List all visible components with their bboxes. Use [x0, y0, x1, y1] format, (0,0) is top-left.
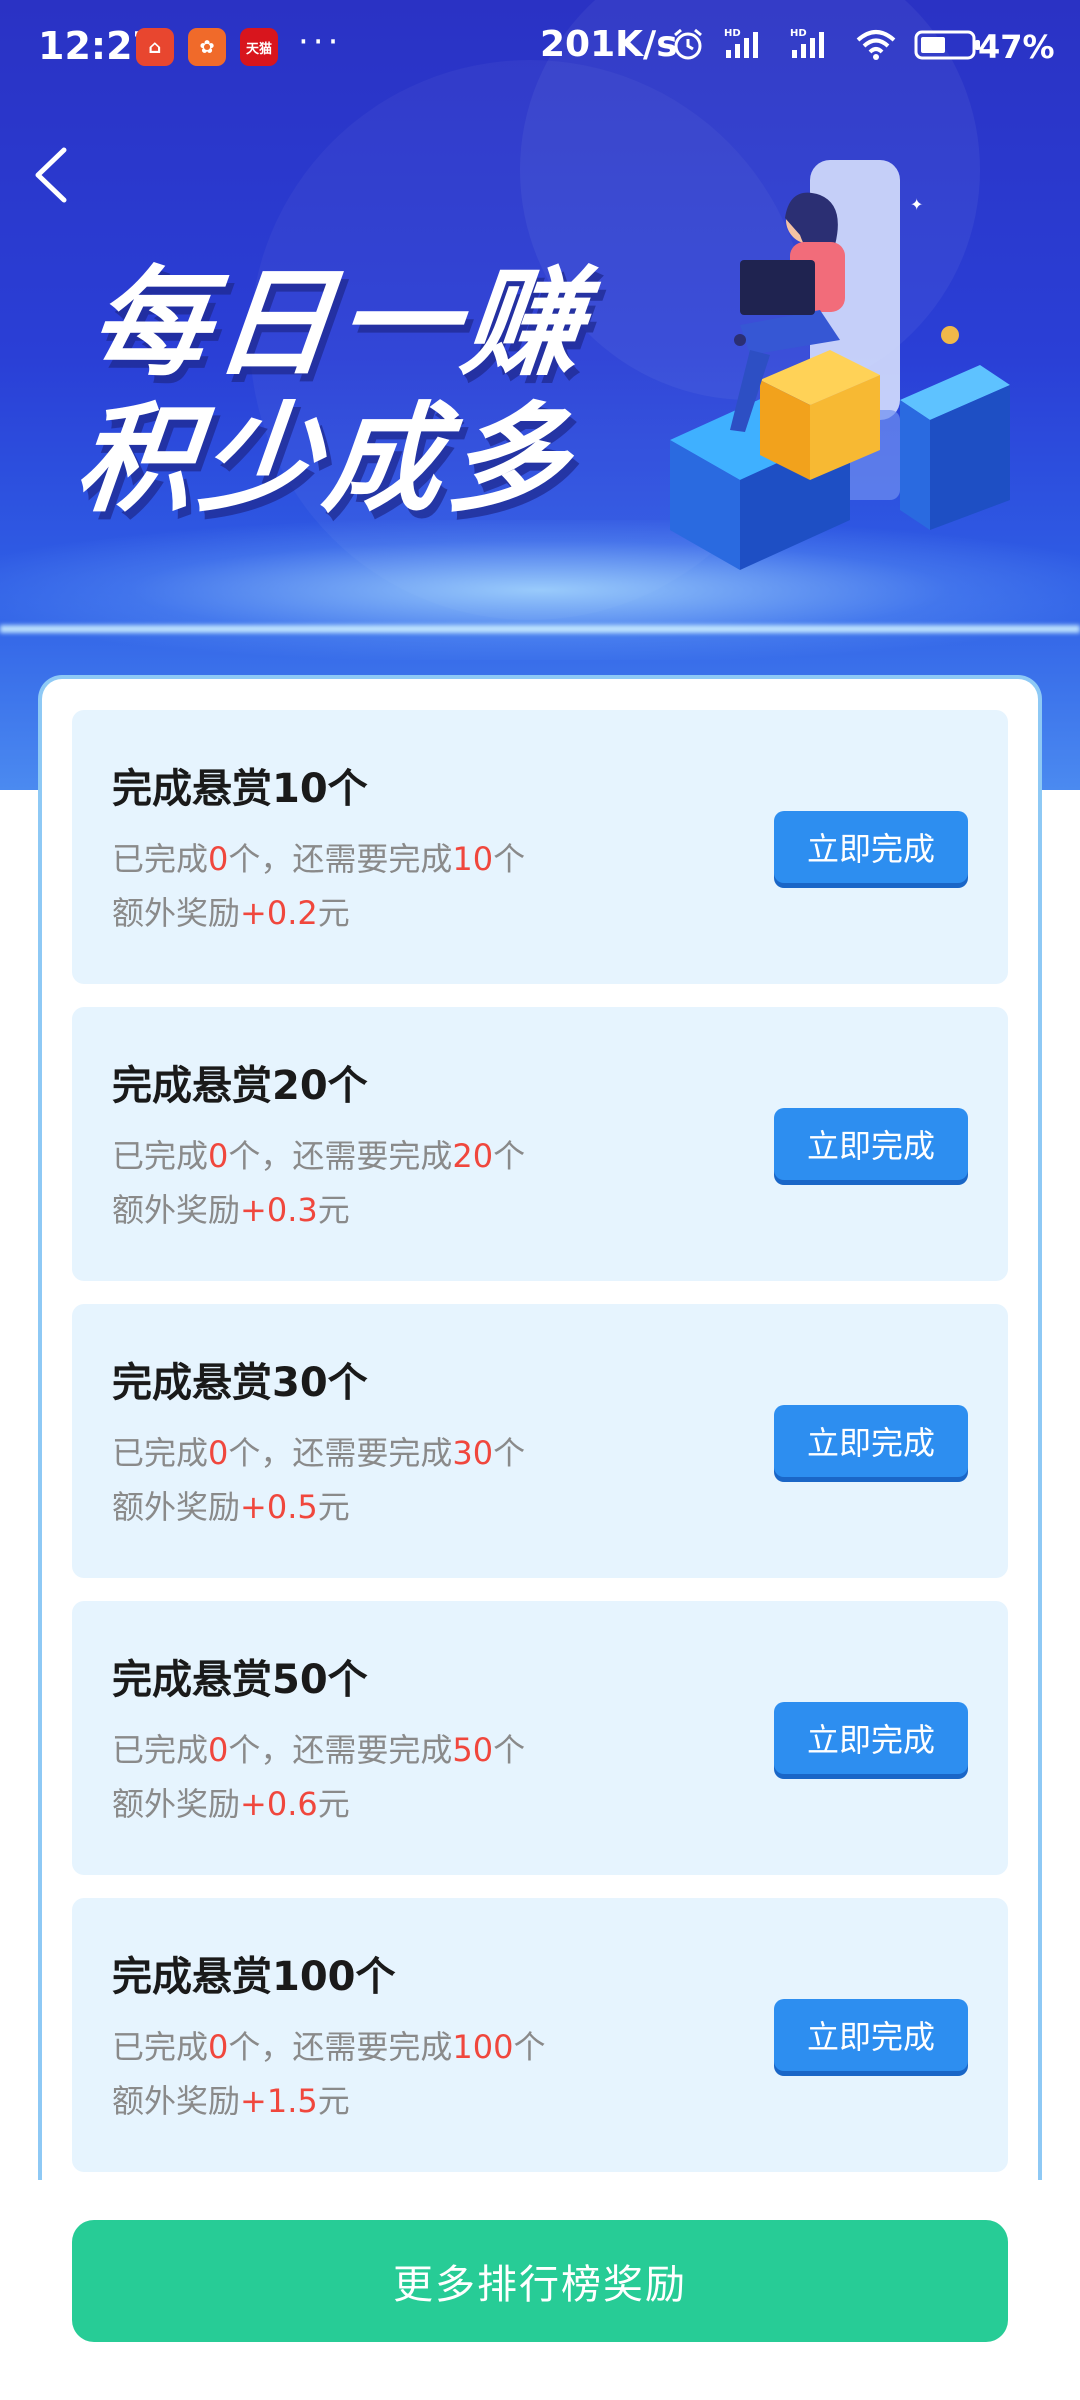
- task-progress: 已完成0个，还需要完成10个: [112, 840, 526, 878]
- banner-title-line-2: 积少成多: [69, 390, 581, 528]
- status-app-icons: ⌂ ✿ 天猫: [136, 28, 278, 66]
- complete-now-button[interactable]: 立即完成: [774, 1108, 968, 1180]
- chevron-left-icon: [35, 147, 67, 203]
- task-title: 完成悬赏10个: [112, 766, 368, 812]
- task-progress: 已完成0个，还需要完成100个: [112, 2028, 546, 2066]
- banner-light-line: [0, 625, 1080, 633]
- complete-now-button[interactable]: 立即完成: [774, 1999, 968, 2071]
- task-bonus: 额外奖励+0.5元: [112, 1488, 350, 1526]
- banner-title-line-1: 每日一赚: [83, 254, 595, 392]
- complete-now-button[interactable]: 立即完成: [774, 1405, 968, 1477]
- alarm-icon: [674, 28, 702, 60]
- signal-hd-icon: HD: [790, 28, 824, 58]
- task-bonus: 额外奖励+0.6元: [112, 1785, 350, 1823]
- task-item: 完成悬赏30个 已完成0个，还需要完成30个 额外奖励+0.5元 立即完成: [72, 1304, 1008, 1578]
- battery-icon: [914, 30, 980, 60]
- svg-text:✦: ✦: [910, 195, 923, 214]
- task-bonus: 额外奖励+0.3元: [112, 1191, 350, 1229]
- task-title: 完成悬赏50个: [112, 1657, 368, 1703]
- task-progress: 已完成0个，还需要完成50个: [112, 1731, 526, 1769]
- task-bonus: 额外奖励+0.2元: [112, 894, 350, 932]
- battery-percentage: 47%: [978, 28, 1055, 66]
- complete-now-button[interactable]: 立即完成: [774, 1702, 968, 1774]
- task-title: 完成悬赏100个: [112, 1954, 396, 2000]
- network-speed: 201K/s: [540, 24, 678, 65]
- task-bonus: 额外奖励+1.5元: [112, 2082, 350, 2120]
- tmall-notification-icon: 天猫: [240, 28, 278, 66]
- wifi-icon: [856, 30, 896, 60]
- illustration-woman-laptop: ✦ ✦ ✦: [670, 160, 1010, 570]
- more-leaderboard-rewards-button[interactable]: 更多排行榜奖励: [72, 2220, 1008, 2342]
- task-progress: 已完成0个，还需要完成30个: [112, 1434, 526, 1472]
- app-notification-icon: ⌂: [136, 28, 174, 66]
- task-item: 完成悬赏20个 已完成0个，还需要完成20个 额外奖励+0.3元 立即完成: [72, 1007, 1008, 1281]
- status-bar: 12:27 ⌂ ✿ 天猫 ··· 201K/s HD HD 47%: [0, 0, 1080, 96]
- more-notifications-icon: ···: [298, 22, 343, 62]
- banner-title: 每日一赚 积少成多: [69, 254, 595, 528]
- task-item: 完成悬赏100个 已完成0个，还需要完成100个 额外奖励+1.5元 立即完成: [72, 1898, 1008, 2172]
- task-title: 完成悬赏20个: [112, 1063, 368, 1109]
- task-item: 完成悬赏50个 已完成0个，还需要完成50个 额外奖励+0.6元 立即完成: [72, 1601, 1008, 1875]
- task-item: 完成悬赏10个 已完成0个，还需要完成10个 额外奖励+0.2元 立即完成: [72, 710, 1008, 984]
- header-banner: ✦ ✦ ✦ 每日一赚 积少成多: [0, 0, 1080, 790]
- svg-text:HD: HD: [790, 28, 807, 39]
- app-notification-icon: ✿: [188, 28, 226, 66]
- task-title: 完成悬赏30个: [112, 1360, 368, 1406]
- task-progress: 已完成0个，还需要完成20个: [112, 1137, 526, 1175]
- signal-hd-icon: HD: [724, 28, 758, 58]
- svg-text:HD: HD: [724, 28, 741, 39]
- complete-now-button[interactable]: 立即完成: [774, 811, 968, 883]
- status-icons: HD HD: [670, 26, 982, 62]
- back-button[interactable]: [24, 140, 84, 210]
